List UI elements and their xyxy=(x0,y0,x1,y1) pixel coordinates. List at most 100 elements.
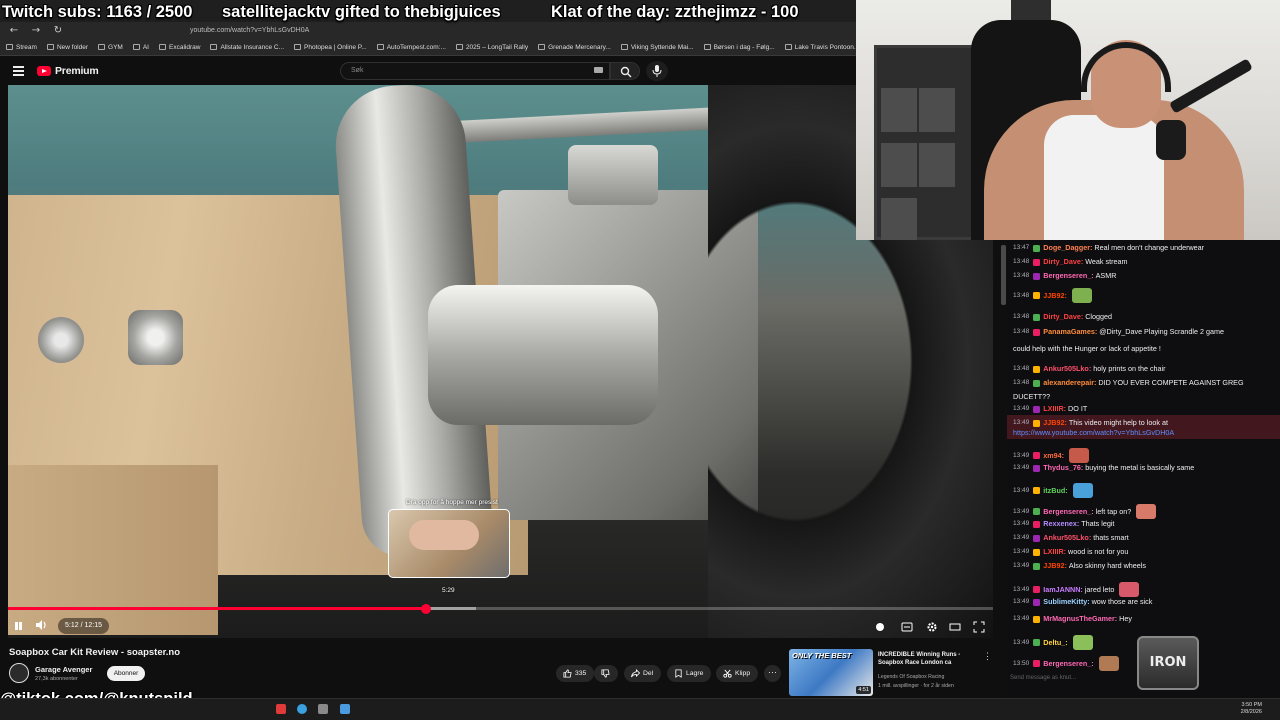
recommended-video-menu-icon[interactable]: ⋮ xyxy=(983,651,992,662)
recommended-video-thumbnail[interactable]: ONLY THE BEST 4:51 xyxy=(789,649,873,696)
chat-username[interactable]: Dirty_Dave: xyxy=(1043,312,1083,322)
search-input[interactable]: Søk xyxy=(340,62,610,80)
autoplay-toggle-icon[interactable] xyxy=(874,620,886,632)
taskbar-app-icon[interactable] xyxy=(276,704,286,714)
progress-played xyxy=(8,607,427,610)
search-button[interactable] xyxy=(610,62,640,80)
taskbar-clock[interactable]: 3:50 PM 2/8/2026 xyxy=(1241,702,1262,716)
bookmark-item[interactable]: Allstate Insurance C... xyxy=(210,44,284,51)
taskbar-browser-icon[interactable] xyxy=(297,704,307,714)
chat-username[interactable]: Bergenseren_: xyxy=(1043,659,1093,669)
share-button[interactable]: Del xyxy=(624,665,662,682)
bookmark-item[interactable]: Lake Travis Pontoon... xyxy=(784,43,860,51)
more-actions-icon[interactable]: ··· xyxy=(764,665,781,682)
chat-username[interactable]: MrMagnusTheGamer: xyxy=(1043,614,1117,624)
like-button[interactable]: 335 xyxy=(556,665,595,682)
progress-bar[interactable] xyxy=(8,607,993,610)
chat-text: Hey xyxy=(1119,614,1132,623)
chat-username[interactable]: itzBud: xyxy=(1043,486,1067,496)
reload-icon[interactable]: ↻ xyxy=(50,24,66,38)
bookmark-label: Lake Travis Pontoon... xyxy=(794,43,860,51)
chat-username[interactable]: Ankur505Lko: xyxy=(1043,364,1091,374)
taskbar-app-icon[interactable] xyxy=(340,704,350,714)
subtitles-icon[interactable] xyxy=(901,620,913,632)
chat-username[interactable]: Doge_Dagger: xyxy=(1043,243,1092,253)
bookmark-item[interactable]: Grenade Mercenary... xyxy=(538,44,611,51)
dislike-button[interactable] xyxy=(594,665,618,682)
chat-message: 13:49 IamJANNN: jared leto xyxy=(1013,582,1277,597)
bookmark-item[interactable]: Photopea | Online P... xyxy=(294,44,367,51)
settings-gear-icon[interactable] xyxy=(926,620,938,632)
chat-username[interactable]: Ankur505Lko: xyxy=(1043,533,1091,543)
voice-search-button[interactable] xyxy=(646,61,668,81)
chat-text: left tap on? xyxy=(1095,506,1132,516)
fullscreen-icon[interactable] xyxy=(973,620,985,633)
bookmark-item[interactable]: AutoTempest.com:... xyxy=(376,44,446,51)
recommended-video-channel[interactable]: Legends Of Soapbox Racing xyxy=(878,674,944,680)
channel-avatar[interactable] xyxy=(9,663,29,683)
chat-username[interactable]: Bergenseren_: xyxy=(1043,507,1093,517)
shelf-cell xyxy=(919,88,955,132)
chat-username[interactable]: LXIIIR: xyxy=(1043,404,1066,414)
chat-username[interactable]: Dirty_Dave: xyxy=(1043,257,1083,267)
chat-badge-icon xyxy=(1033,452,1041,459)
chat-username[interactable]: JJB92: xyxy=(1043,561,1067,571)
channel-subscriber-count: 27,3k abonnenter xyxy=(35,676,78,682)
chat-input[interactable]: Send message as knut... xyxy=(1010,675,1076,681)
chat-username[interactable]: JJB92: xyxy=(1043,291,1067,301)
back-icon[interactable]: ← xyxy=(6,24,22,38)
channel-name[interactable]: Garage Avenger xyxy=(35,665,92,674)
chat-message: 13:49 JJB92: Also skinny hard wheels xyxy=(1013,561,1277,571)
chat-message: 13:48 JJB92: xyxy=(1013,288,1277,303)
subscribe-button[interactable]: Abonner xyxy=(107,666,145,681)
chat-username[interactable]: PanamaGames: xyxy=(1043,327,1097,337)
progress-scrubber[interactable] xyxy=(421,604,432,614)
video-frame-nut xyxy=(38,317,84,363)
bookmark-item[interactable]: AI xyxy=(132,44,149,51)
chat-username[interactable]: Bergenseren_: xyxy=(1043,271,1093,281)
bookmark-item[interactable]: Stream xyxy=(6,44,37,51)
taskbar-app-icon[interactable] xyxy=(318,704,328,714)
bookmark-item[interactable]: Børsen i dag - Følg... xyxy=(703,44,775,51)
thumbs-up-icon xyxy=(563,669,572,678)
chat-username[interactable]: Deltu_: xyxy=(1043,638,1067,648)
folder-icon xyxy=(98,44,106,50)
chat-username[interactable]: alexanderepair: xyxy=(1043,378,1096,388)
page-scrollbar[interactable] xyxy=(1001,245,1006,305)
chat-username[interactable]: xm94: xyxy=(1043,451,1064,461)
chat-timestamp: 13:49 xyxy=(1013,507,1030,515)
chat-username[interactable]: LXIIIR: xyxy=(1043,547,1066,557)
folder-icon xyxy=(703,44,711,50)
video-player[interactable]: Dra opp for å hoppe mer presist 5:29 5:1… xyxy=(8,85,993,638)
chat-username[interactable]: Thydus_76: xyxy=(1043,463,1083,473)
folder-icon xyxy=(455,44,463,50)
theater-mode-icon[interactable] xyxy=(949,620,961,632)
chat-message: 13:48 Dirty_Dave: Clogged xyxy=(1013,312,1277,322)
chat-username[interactable]: JJB92: xyxy=(1043,418,1067,428)
chat-username[interactable]: SublimeKitty: xyxy=(1043,597,1089,607)
clip-button[interactable]: Klipp xyxy=(716,665,759,682)
chat-username[interactable]: IamJANNN: xyxy=(1043,585,1083,595)
stream-chat: 13:47 Doge_Dagger: Real men don't change u… xyxy=(1007,240,1280,698)
keyboard-icon[interactable] xyxy=(594,67,603,73)
chat-badge-icon xyxy=(1033,586,1041,593)
bookmark-item[interactable]: Excalidraw xyxy=(159,44,200,51)
pause-icon[interactable] xyxy=(10,618,26,634)
chat-username[interactable]: Rexxenex: xyxy=(1043,519,1079,529)
hamburger-menu-icon[interactable] xyxy=(13,66,24,76)
volume-icon[interactable] xyxy=(34,618,50,634)
microphone-arm xyxy=(1169,58,1253,114)
chat-text: Also skinny hard wheels xyxy=(1068,561,1146,570)
recommended-video-title[interactable]: INCREDIBLE Winning Runs - Soapbox Race L… xyxy=(878,651,978,667)
microphone xyxy=(1156,120,1186,160)
bookmark-item[interactable]: GYM xyxy=(98,44,123,51)
bookmark-item[interactable]: Viking Syttende Mai... xyxy=(620,44,694,51)
taskbar: 3:50 PM 2/8/2026 xyxy=(0,698,1280,720)
bookmark-item[interactable]: New folder xyxy=(46,44,88,51)
save-button[interactable]: Lagre xyxy=(667,665,712,682)
bookmark-item[interactable]: 2025 – LongTail Rally xyxy=(455,44,528,51)
url-bar[interactable]: youtube.com/watch?v=YbhLsGvDH0A xyxy=(190,24,690,37)
subs-counter: Twitch subs: 1163 / 2500 xyxy=(2,2,193,21)
forward-icon[interactable]: → xyxy=(28,24,44,38)
youtube-logo[interactable]: Premium xyxy=(37,65,99,77)
